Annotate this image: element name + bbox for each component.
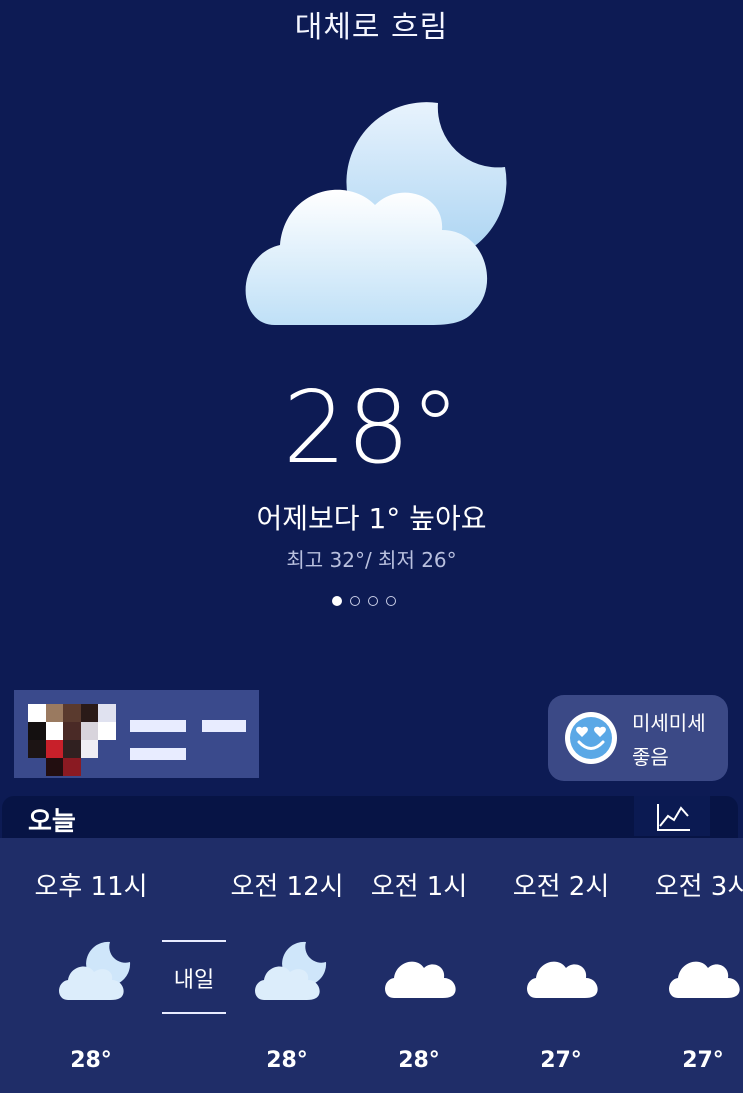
ad-redacted-text [130,720,186,732]
fine-dust-card[interactable]: 미세미세 좋음 [548,695,728,781]
hourly-item: 오전 1시 28° [344,838,494,1093]
smiling-face-heart-eyes-icon [565,712,617,764]
condition-title: 대체로 흐림 [294,10,449,45]
high-low-temperature: 최고 32°/ 최저 26° [286,548,457,572]
hourly-item: 오후 11시 28° [16,838,166,1093]
day-divider: 내일 [162,940,226,1014]
page-indicator[interactable] [332,596,396,606]
hour-time: 오전 3시 [654,872,743,902]
hour-temperature: 28° [70,1048,112,1073]
page-dot[interactable] [368,596,378,606]
hour-time: 오전 12시 [230,872,344,902]
hour-temperature: 27° [540,1048,582,1073]
hour-time: 오전 1시 [370,872,468,902]
fine-dust-status: 좋음 [632,745,669,769]
today-label: 오늘 [28,807,76,837]
ad-redacted-text [130,748,186,760]
page-dot[interactable] [386,596,396,606]
current-temperature: 28° [282,369,461,486]
hour-time: 오전 2시 [512,872,610,902]
hour-temperature: 28° [398,1048,440,1073]
hour-temperature: 28° [266,1048,308,1073]
ad-redacted-text [202,720,246,732]
yesterday-comparison: 어제보다 1° 높아요 [256,502,487,535]
chart-toggle-button[interactable] [634,796,710,836]
ad-thumbnail [28,704,116,776]
day-divider-label: 내일 [173,968,215,993]
hourly-item: 오전 3시 27° [628,838,743,1093]
cloud-icon [385,961,456,998]
hourly-forecast[interactable]: 오후 11시 28° 오전 12시 28° 오전 1시 28° 오전 2시 27… [0,838,743,1093]
fine-dust-title: 미세미세 [632,711,706,735]
hourly-item: 오전 12시 28° [212,838,362,1093]
cloud-icon [527,961,598,998]
hour-time: 오후 11시 [34,872,148,902]
today-header: 오늘 [2,796,738,838]
ad-banner[interactable] [14,690,259,778]
partly-cloudy-night-icon [59,941,131,1000]
cloud-icon [669,961,740,998]
page-dot[interactable] [350,596,360,606]
page-dot-active[interactable] [332,596,342,606]
partly-cloudy-night-icon [255,941,327,1000]
hourly-item: 오전 2시 27° [486,838,636,1093]
hour-temperature: 27° [682,1048,724,1073]
partly-cloudy-night-icon [245,102,507,325]
line-chart-icon [657,804,690,831]
